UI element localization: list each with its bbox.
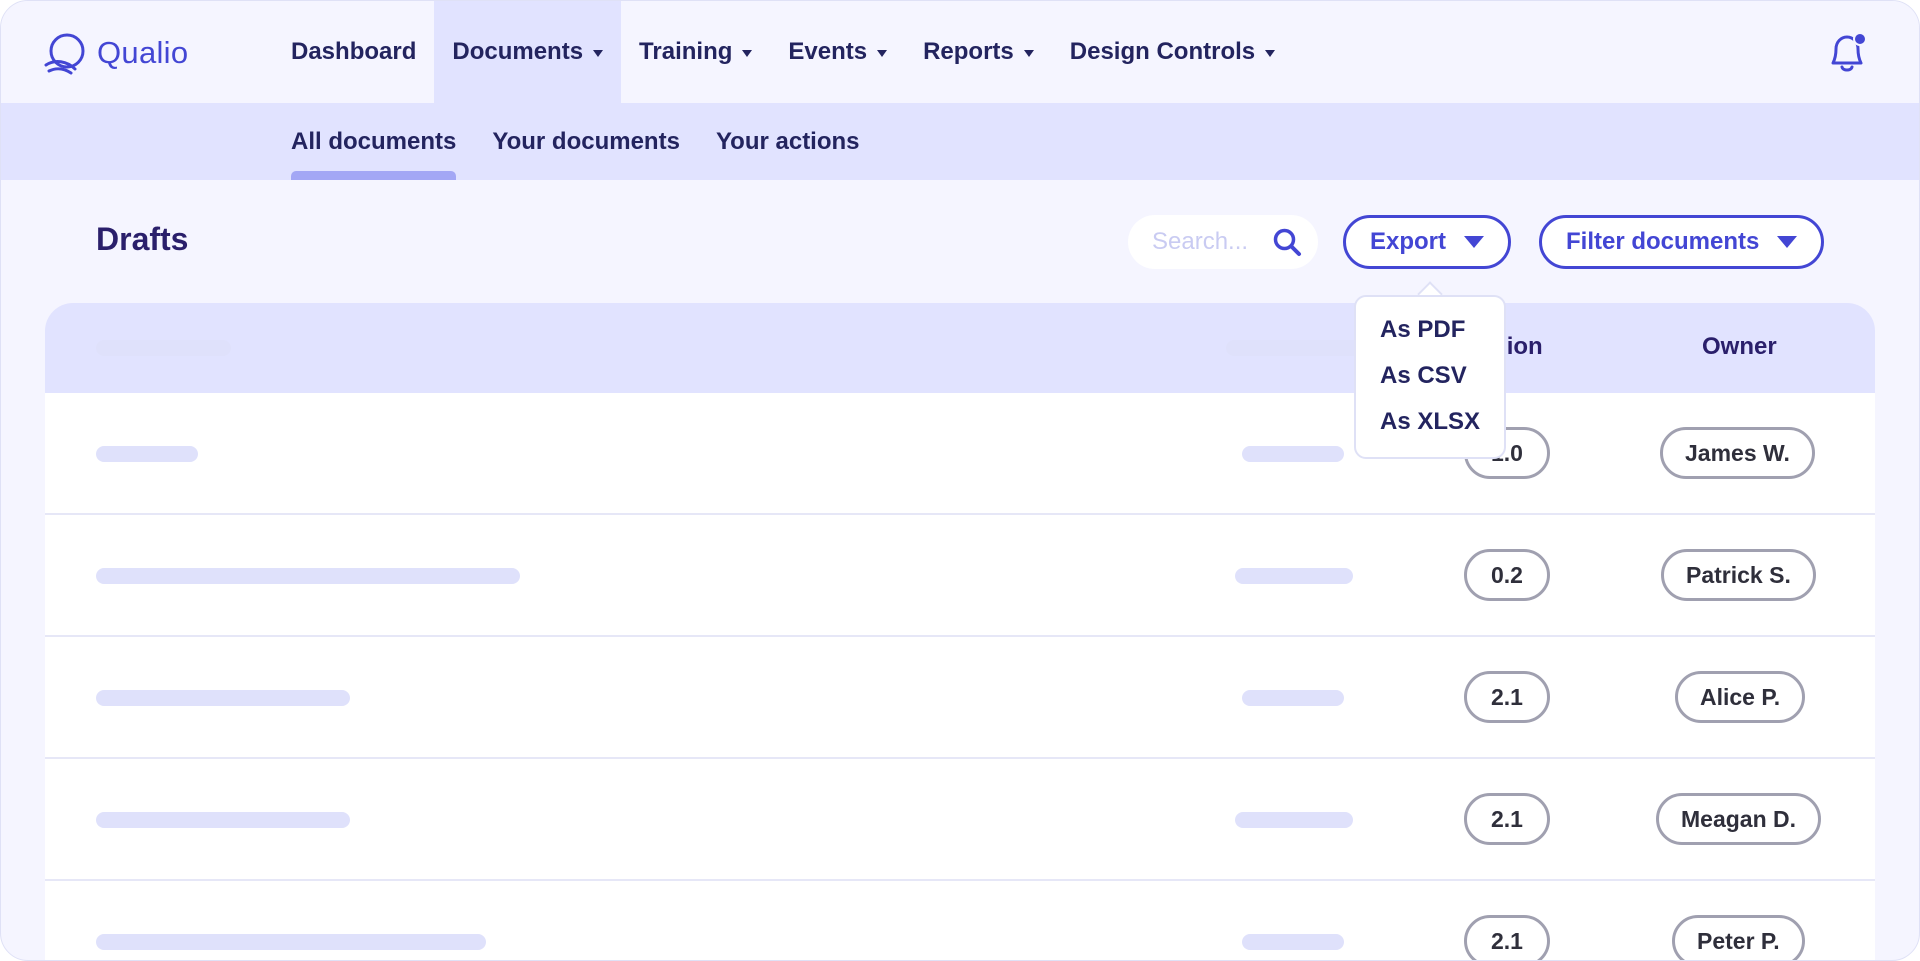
header-placeholder (96, 340, 231, 356)
brand-logo[interactable]: Qualio (43, 31, 188, 75)
sub-navigation: All documents Your documents Your action… (1, 103, 1919, 180)
tab-label: Your documents (492, 127, 680, 155)
caret-down-icon (1464, 236, 1485, 248)
table-header: Version Owner (45, 303, 1875, 393)
cell-placeholder (1242, 934, 1344, 950)
nav-item-dashboard[interactable]: Dashboard (273, 1, 434, 103)
main-nav: Dashboard Documents Training Events Repo… (273, 1, 1293, 103)
notifications-button[interactable] (1823, 29, 1871, 82)
menu-item-as-pdf[interactable]: As PDF (1380, 315, 1504, 361)
nav-item-reports[interactable]: Reports (905, 1, 1052, 103)
export-button-label: Export (1370, 228, 1447, 255)
filter-button-label: Filter documents (1566, 228, 1760, 255)
nav-item-events[interactable]: Events (770, 1, 905, 103)
owner-badge: Alice P. (1675, 671, 1806, 723)
caret-down-icon (1265, 49, 1276, 57)
owner-badge: Patrick S. (1661, 549, 1816, 601)
title-placeholder (96, 934, 486, 950)
caret-down-icon (593, 49, 604, 57)
owner-badge: James W. (1660, 427, 1815, 479)
title-placeholder (96, 690, 350, 706)
active-tab-indicator (291, 171, 457, 180)
nav-item-design-controls[interactable]: Design Controls (1052, 1, 1293, 103)
cell-placeholder (1235, 812, 1353, 828)
nav-item-label: Events (788, 38, 868, 65)
table-row[interactable]: 2.1 Peter P. (45, 881, 1875, 960)
nav-item-documents[interactable]: Documents (434, 1, 622, 103)
caret-down-icon (742, 49, 753, 57)
table-row[interactable]: 0.2 Patrick S. (45, 515, 1875, 637)
cell-placeholder (1242, 446, 1344, 462)
nav-item-label: Design Controls (1069, 38, 1256, 65)
version-badge: 2.1 (1464, 793, 1550, 845)
title-placeholder (96, 446, 198, 462)
documents-table: Version Owner 1.0 James W. 0.2 Patrick S… (45, 303, 1875, 960)
filter-documents-button[interactable]: Filter documents (1539, 215, 1825, 269)
export-button[interactable]: Export (1343, 215, 1512, 269)
tab-all-documents[interactable]: All documents (291, 103, 457, 180)
owner-badge: Meagan D. (1656, 793, 1822, 845)
top-navigation: Qualio Dashboard Documents Training Even… (1, 1, 1919, 103)
nav-item-training[interactable]: Training (621, 1, 770, 103)
title-placeholder (96, 568, 520, 584)
cell-placeholder (1242, 690, 1344, 706)
caret-down-icon (1023, 49, 1034, 57)
column-header-owner[interactable]: Owner (1702, 333, 1777, 361)
cell-placeholder (1235, 568, 1353, 584)
nav-item-label: Training (639, 38, 733, 65)
caret-down-icon (877, 49, 888, 57)
search-input[interactable]: Search... (1128, 215, 1318, 269)
tab-your-actions[interactable]: Your actions (716, 103, 860, 180)
version-badge: 2.1 (1464, 915, 1550, 960)
page-title: Drafts (96, 221, 189, 257)
nav-item-label: Reports (923, 38, 1014, 65)
qualio-logo-icon (44, 33, 85, 75)
brand-name: Qualio (97, 35, 189, 70)
nav-item-label: Dashboard (291, 38, 417, 65)
app-window: Qualio Dashboard Documents Training Even… (0, 0, 1920, 961)
search-placeholder: Search... (1152, 228, 1249, 255)
tab-label: Your actions (715, 127, 860, 155)
export-menu: As PDF As CSV As XLSX (1354, 295, 1506, 459)
version-badge: 0.2 (1464, 549, 1550, 601)
table-row[interactable]: 1.0 James W. (45, 393, 1875, 515)
menu-item-as-xlsx[interactable]: As XLSX (1380, 407, 1504, 453)
bell-icon (1831, 32, 1867, 72)
tab-your-documents[interactable]: Your documents (492, 103, 680, 180)
tab-label: All documents (291, 127, 457, 155)
version-badge: 2.1 (1464, 671, 1550, 723)
owner-badge: Peter P. (1672, 915, 1805, 960)
title-placeholder (96, 812, 350, 828)
menu-item-as-csv[interactable]: As CSV (1380, 361, 1504, 407)
caret-down-icon (1777, 236, 1798, 248)
search-icon[interactable] (1272, 227, 1302, 257)
nav-item-label: Documents (452, 38, 584, 65)
table-row[interactable]: 2.1 Alice P. (45, 637, 1875, 759)
table-row[interactable]: 2.1 Meagan D. (45, 759, 1875, 881)
